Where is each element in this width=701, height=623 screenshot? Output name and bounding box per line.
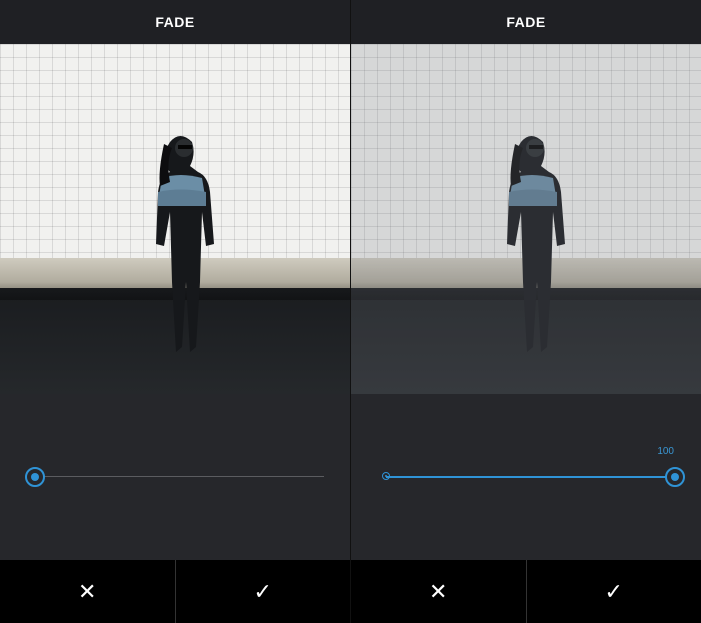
slider-value-label: 100 [657,446,674,457]
slider-thumb[interactable] [25,467,45,487]
action-bar: ✕ ✓ [0,560,350,623]
person-figure [156,136,214,352]
fade-panel-left: FADE ✕ ✓ [0,0,350,623]
header-title: FADE [506,14,546,30]
close-icon: ✕ [78,578,97,604]
cancel-button[interactable]: ✕ [351,560,526,623]
photo-preview [0,44,350,394]
fade-panel-right: FADE 100 ✕ ✓ [351,0,701,623]
header-title: FADE [155,14,195,30]
slider-fill [386,475,675,478]
checkmark-icon: ✓ [253,578,272,604]
photo-preview [351,44,701,394]
header: FADE [0,0,350,44]
slider-track[interactable] [35,476,324,477]
slider-thumb[interactable] [665,467,685,487]
fade-overlay [351,44,701,394]
confirm-button[interactable]: ✓ [176,560,351,623]
close-icon: ✕ [429,578,448,604]
fade-slider[interactable]: 100 [351,394,701,560]
action-bar: ✕ ✓ [351,560,701,623]
cancel-button[interactable]: ✕ [0,560,175,623]
confirm-button[interactable]: ✓ [527,560,701,623]
checkmark-icon: ✓ [604,578,623,604]
header: FADE [351,0,701,44]
fade-slider[interactable] [0,394,350,560]
slider-origin-dot [382,472,390,480]
slider-track[interactable] [386,475,675,478]
